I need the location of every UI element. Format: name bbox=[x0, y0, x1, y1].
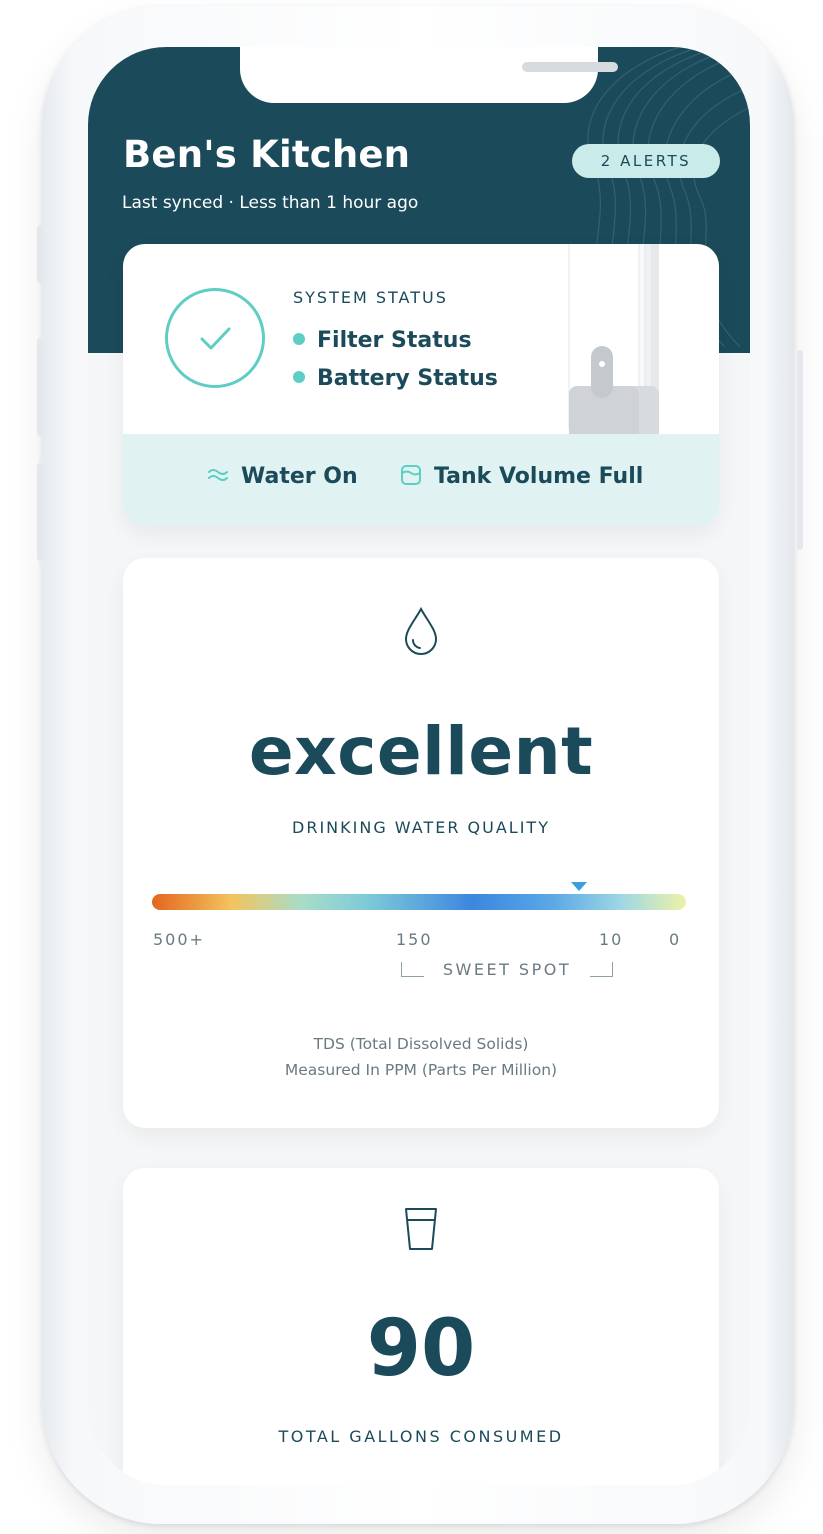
gallons-consumed-label: TOTAL GALLONS CONSUMED bbox=[278, 1427, 564, 1446]
filter-status-label: Filter Status bbox=[317, 328, 472, 353]
battery-status-item[interactable]: Battery Status bbox=[293, 366, 498, 391]
water-on-label: Water On bbox=[241, 464, 358, 489]
water-drop-icon bbox=[404, 606, 438, 655]
water-filter-device-image bbox=[568, 244, 659, 442]
battery-status-label: Battery Status bbox=[317, 366, 498, 391]
status-dot-icon bbox=[293, 333, 305, 345]
tick-0: 0 bbox=[669, 930, 682, 949]
water-on-status[interactable]: Water On bbox=[207, 464, 358, 489]
filter-status-item[interactable]: Filter Status bbox=[293, 328, 472, 353]
status-check-circle bbox=[165, 288, 265, 388]
tds-gradient-bar bbox=[152, 894, 686, 910]
system-status-label: SYSTEM STATUS bbox=[293, 288, 448, 307]
alerts-badge-button[interactable]: 2 ALERTS bbox=[572, 144, 720, 178]
sweet-spot-bracket-right bbox=[590, 962, 613, 977]
glass-icon bbox=[405, 1208, 437, 1250]
tank-volume-status[interactable]: Tank Volume Full bbox=[400, 464, 643, 489]
consumption-card[interactable]: 90 TOTAL GALLONS CONSUMED bbox=[123, 1168, 719, 1485]
status-dot-icon bbox=[293, 371, 305, 383]
page-title: Ben's Kitchen bbox=[123, 133, 411, 176]
system-status-card[interactable]: SYSTEM STATUS Filter Status Battery Stat… bbox=[123, 244, 719, 526]
water-quality-card[interactable]: excellent DRINKING WATER QUALITY 500+ 15… bbox=[123, 558, 719, 1128]
tick-10: 10 bbox=[599, 930, 624, 949]
status-strip: Water On Tank Volume Full bbox=[123, 434, 719, 526]
water-quality-label: DRINKING WATER QUALITY bbox=[292, 818, 550, 837]
notch bbox=[240, 47, 618, 103]
tick-500: 500+ bbox=[153, 930, 205, 949]
tds-description: TDS (Total Dissolved Solids) bbox=[313, 1035, 529, 1053]
volume-down-button bbox=[37, 463, 43, 561]
tank-volume-label: Tank Volume Full bbox=[434, 464, 644, 489]
last-synced-text: Last synced · Less than 1 hour ago bbox=[122, 193, 419, 213]
power-button bbox=[797, 350, 803, 550]
tick-150: 150 bbox=[396, 930, 433, 949]
gallons-consumed-value: 90 bbox=[366, 1304, 476, 1394]
tds-unit-description: Measured In PPM (Parts Per Million) bbox=[284, 1061, 558, 1079]
sweet-spot-label: SWEET SPOT bbox=[442, 960, 572, 979]
sweet-spot-range: SWEET SPOT bbox=[401, 960, 613, 984]
water-waves-icon bbox=[208, 469, 228, 481]
phone-screen: Ben's Kitchen Last synced · Less than 1 … bbox=[88, 47, 750, 1485]
tds-marker-icon bbox=[571, 882, 588, 891]
tank-icon bbox=[401, 465, 421, 485]
check-icon bbox=[200, 327, 231, 350]
water-quality-rating: excellent bbox=[248, 713, 594, 790]
sweet-spot-bracket-left bbox=[401, 962, 424, 977]
volume-up-button bbox=[37, 338, 43, 436]
speaker-grille bbox=[522, 62, 618, 72]
mute-switch bbox=[37, 225, 43, 283]
